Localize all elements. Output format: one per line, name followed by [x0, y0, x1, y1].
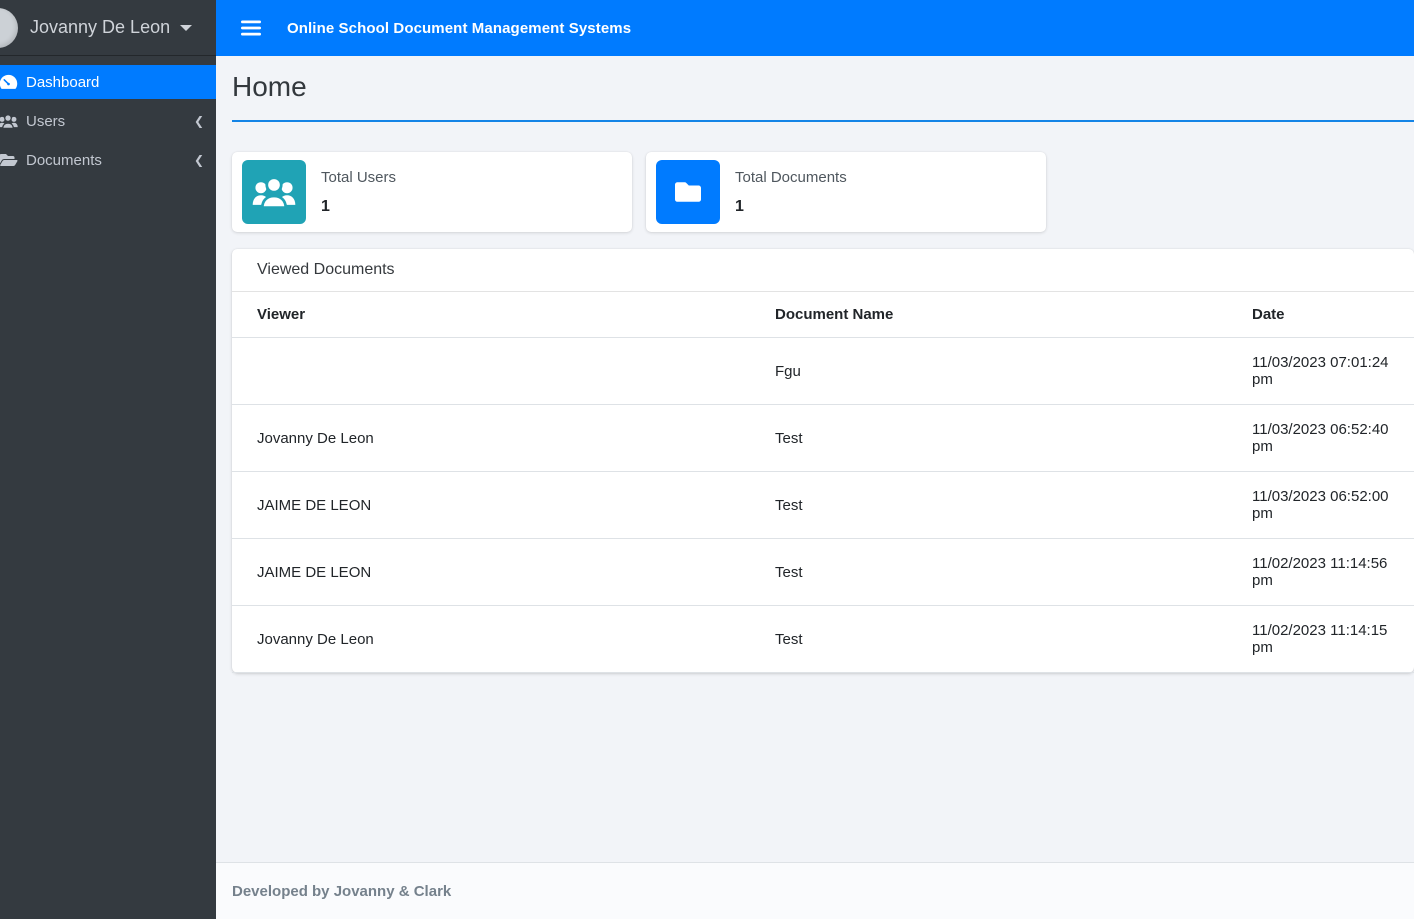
cell-document: Test	[750, 538, 1227, 606]
column-header-document-name: Document Name	[750, 292, 1227, 338]
chevron-left-icon: ❮	[193, 153, 204, 167]
column-header-viewer: Viewer	[232, 292, 750, 338]
cell-viewer: Jovanny De Leon	[232, 404, 750, 472]
content: Home Total Users 1 Total Documents 1 Vie…	[216, 56, 1414, 862]
cell-viewer: JAIME DE LEON	[232, 471, 750, 539]
sidebar-item-users[interactable]: Users ❮	[0, 104, 216, 138]
sidebar-item-label: Documents	[26, 151, 102, 169]
header-divider	[232, 120, 1414, 122]
table-header-row: Viewer Document Name Date	[232, 292, 1414, 338]
cell-date: 11/03/2023 06:52:40 pm	[1227, 404, 1414, 472]
total-users-card: Total Users 1	[232, 152, 632, 232]
cell-document: Test	[750, 404, 1227, 472]
table-row: JAIME DE LEON Test 11/02/2023 11:14:56 p…	[232, 538, 1414, 606]
sidebar-item-documents[interactable]: Documents ❮	[0, 143, 216, 177]
cell-viewer: JAIME DE LEON	[232, 538, 750, 606]
user-menu[interactable]: Jovanny De Leon	[0, 0, 216, 56]
stat-value: 1	[735, 197, 744, 215]
cell-viewer	[232, 337, 750, 405]
chevron-left-icon: ❮	[193, 114, 204, 128]
stats-row: Total Users 1 Total Documents 1	[232, 152, 1414, 232]
cell-date: 11/02/2023 11:14:15 pm	[1227, 605, 1414, 673]
user-avatar[interactable]	[0, 8, 18, 48]
tachometer-icon	[0, 73, 19, 91]
viewed-documents-title: Viewed Documents	[232, 249, 1414, 292]
column-header-date: Date	[1227, 292, 1414, 338]
users-icon	[242, 160, 306, 224]
folder-open-icon	[0, 152, 19, 168]
total-documents-card: Total Documents 1	[646, 152, 1046, 232]
cell-viewer: Jovanny De Leon	[232, 605, 750, 673]
top-navbar: Online School Document Management System…	[216, 0, 1414, 56]
users-icon	[0, 113, 19, 129]
footer-credit: Developed by Jovanny & Clark	[232, 882, 452, 900]
stat-label: Total Users	[321, 168, 397, 186]
caret-down-icon	[180, 24, 193, 31]
cell-document: Test	[750, 471, 1227, 539]
page-title: Home	[232, 71, 307, 102]
folder-icon	[656, 160, 720, 224]
main-area: Online School Document Management System…	[216, 0, 1414, 919]
table-row: JAIME DE LEON Test 11/03/2023 06:52:00 p…	[232, 471, 1414, 539]
app-title[interactable]: Online School Document Management System…	[287, 20, 631, 37]
stat-label: Total Documents	[735, 168, 847, 186]
stat-value: 1	[321, 197, 330, 215]
sidebar-item-dashboard[interactable]: Dashboard	[0, 65, 216, 99]
viewed-documents-table: Viewer Document Name Date Fgu 11/03/2023…	[232, 292, 1414, 673]
cell-date: 11/03/2023 07:01:24 pm	[1227, 337, 1414, 405]
table-row: Fgu 11/03/2023 07:01:24 pm	[232, 337, 1414, 405]
user-name: Jovanny De Leon	[30, 17, 171, 37]
sidebar-nav: Dashboard Users ❮ Documents ❮	[0, 56, 216, 177]
content-header: Home	[216, 56, 1414, 103]
sidebar-item-label: Dashboard	[26, 73, 100, 91]
hamburger-icon[interactable]	[241, 20, 261, 36]
footer: Developed by Jovanny & Clark	[216, 862, 1414, 919]
table-row: Jovanny De Leon Test 11/02/2023 11:14:15…	[232, 605, 1414, 673]
table-row: Jovanny De Leon Test 11/03/2023 06:52:40…	[232, 404, 1414, 472]
cell-date: 11/02/2023 11:14:56 pm	[1227, 538, 1414, 606]
cell-date: 11/03/2023 06:52:00 pm	[1227, 471, 1414, 539]
sidebar: Jovanny De Leon Dashboard Users ❮ Docume…	[0, 0, 216, 919]
cell-document: Test	[750, 605, 1227, 673]
viewed-documents-card: Viewed Documents Viewer Document Name Da…	[232, 249, 1414, 673]
sidebar-item-label: Users	[26, 112, 66, 130]
cell-document: Fgu	[750, 337, 1227, 405]
